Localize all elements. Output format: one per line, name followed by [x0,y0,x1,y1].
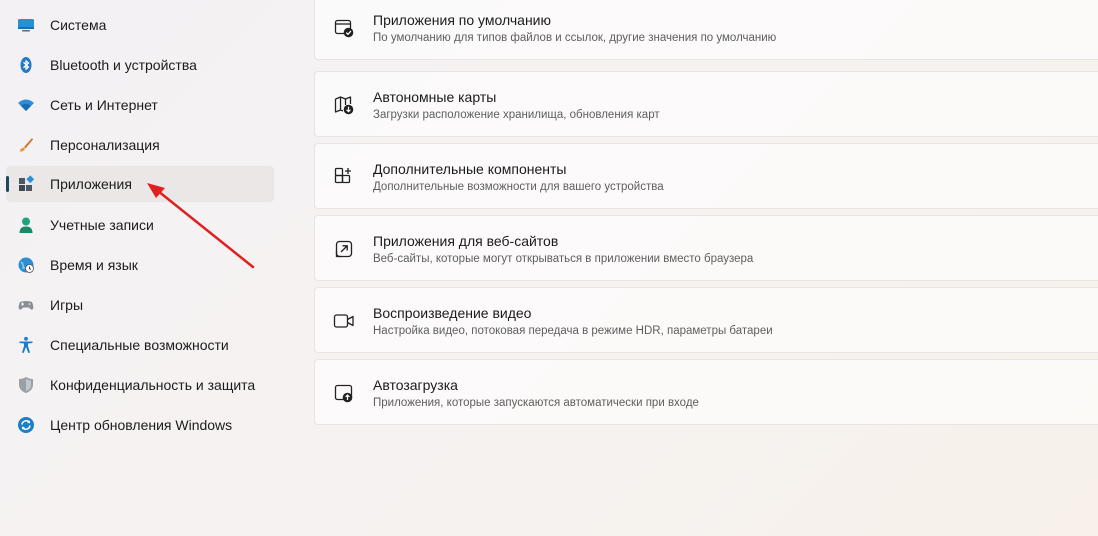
sidebar-item-system[interactable]: Система [6,7,274,43]
sidebar-item-label: Учетные записи [50,217,154,233]
sidebar-item-bluetooth[interactable]: Bluetooth и устройства [6,47,274,83]
sidebar: Система Bluetooth и устройства Сеть и Ин… [0,0,282,536]
sidebar-item-label: Конфиденциальность и защита [50,377,256,393]
sidebar-item-label: Игры [50,297,84,313]
gamepad-icon [17,296,35,314]
card-startup[interactable]: Автозагрузка Приложения, которые запуска… [314,359,1098,425]
card-title: Приложения по умолчанию [373,12,551,28]
startup-icon [333,382,355,404]
sidebar-item-network[interactable]: Сеть и Интернет [6,87,274,123]
sidebar-item-personalization[interactable]: Персонализация [6,127,274,163]
sidebar-item-label: Время и язык [50,257,138,273]
card-description: По умолчанию для типов файлов и ссылок, … [373,32,777,44]
accessibility-icon [17,336,35,354]
card-title: Автономные карты [373,89,497,105]
card-default-apps[interactable]: Приложения по умолчанию По умолчанию для… [314,0,1098,60]
add-components-icon [333,166,355,188]
card-video-playback[interactable]: Воспроизведение видео Настройка видео, п… [314,287,1098,353]
card-title: Автозагрузка [373,377,458,393]
default-apps-icon [333,17,355,39]
sidebar-item-label: Персонализация [50,137,160,153]
map-download-icon [333,94,355,116]
update-icon [17,416,35,434]
card-description: Приложения, которые запускаются автомати… [373,397,699,409]
sidebar-item-windows-update[interactable]: Центр обновления Windows [6,407,274,443]
sidebar-item-label: Система [50,17,107,33]
sidebar-item-label: Приложения [50,176,132,192]
card-optional-features[interactable]: Дополнительные компоненты Дополнительные… [314,143,1098,209]
settings-window: Система Bluetooth и устройства Сеть и Ин… [0,0,1098,536]
apps-icon [17,175,35,193]
display-icon [17,16,35,34]
card-description: Веб-сайты, которые могут открываться в п… [373,253,754,265]
card-apps-for-websites[interactable]: Приложения для веб-сайтов Веб-сайты, кот… [314,215,1098,281]
sidebar-item-time-language[interactable]: Время и язык [6,247,274,283]
card-title: Приложения для веб-сайтов [373,233,559,249]
sidebar-item-label: Центр обновления Windows [50,417,233,433]
card-description: Настройка видео, потоковая передача в ре… [373,325,773,337]
card-title: Дополнительные компоненты [373,161,567,177]
card-description: Загрузки расположение хранилища, обновле… [373,109,660,121]
open-external-icon [333,238,355,260]
shield-icon [17,376,35,394]
card-description: Дополнительные возможности для вашего ус… [373,181,664,193]
sidebar-item-accounts[interactable]: Учетные записи [6,207,274,243]
sidebar-item-label: Сеть и Интернет [50,97,158,113]
wifi-icon [17,96,35,114]
globe-clock-icon [17,256,35,274]
sidebar-item-label: Специальные возможности [50,337,229,353]
sidebar-item-label: Bluetooth и устройства [50,57,197,73]
bluetooth-icon [17,56,35,74]
sidebar-item-gaming[interactable]: Игры [6,287,274,323]
sidebar-item-privacy[interactable]: Конфиденциальность и защита [6,367,274,403]
brush-icon [17,136,35,154]
sidebar-item-apps[interactable]: Приложения [6,166,274,202]
person-icon [17,216,35,234]
sidebar-item-accessibility[interactable]: Специальные возможности [6,327,274,363]
selection-indicator [6,176,9,192]
card-offline-maps[interactable]: Автономные карты Загрузки расположение х… [314,71,1098,137]
card-title: Воспроизведение видео [373,305,532,321]
video-camera-icon [333,310,355,332]
